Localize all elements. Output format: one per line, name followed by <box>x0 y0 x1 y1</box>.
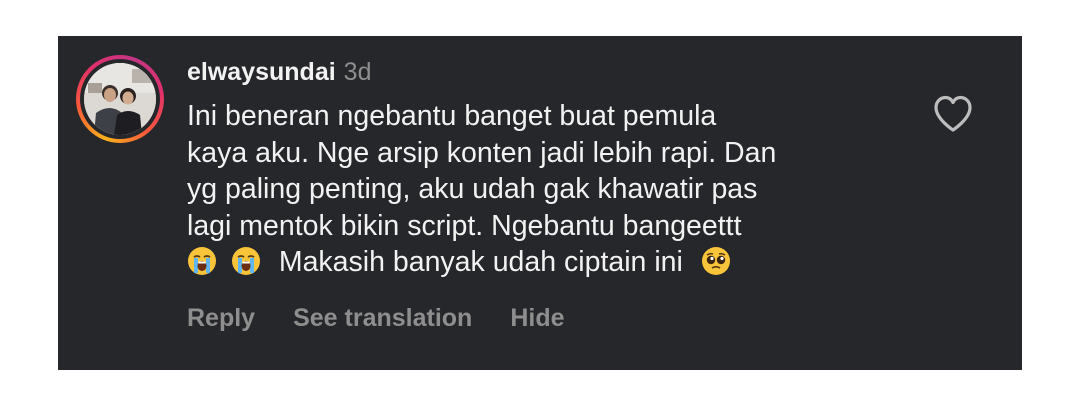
heart-outline-icon <box>934 95 972 132</box>
pleading-face-icon <box>701 246 731 276</box>
comment-line: yg paling penting, aku udah gak khawatir… <box>187 173 758 206</box>
comment-line: kaya aku. Nge arsip konten jadi lebih ra… <box>187 136 777 169</box>
username-link[interactable]: elwaysundai <box>187 58 336 86</box>
comment-actions: Reply See translation Hide <box>187 302 603 334</box>
avatar-frame <box>80 59 160 139</box>
like-button[interactable] <box>932 94 974 134</box>
reply-button[interactable]: Reply <box>187 304 255 332</box>
comment-line: Ini beneran ngebantu banget buat pemula <box>187 100 717 132</box>
comment-line: lagi mentok bikin script. Ngebantu bange… <box>187 209 742 242</box>
avatar[interactable] <box>84 63 156 135</box>
profile-photo-icon <box>84 63 156 135</box>
story-ring[interactable] <box>76 55 164 143</box>
comment-line-last: Makasih banyak udah ciptain ini <box>187 244 907 281</box>
comment-header: elwaysundai 3d <box>187 57 371 87</box>
hide-button[interactable]: Hide <box>510 304 564 332</box>
loudly-crying-face-icon <box>231 246 261 276</box>
comment-line-text: Makasih banyak udah ciptain ini <box>278 246 683 279</box>
loudly-crying-face-icon <box>187 246 217 276</box>
see-translation-button[interactable]: See translation <box>293 304 472 332</box>
comment-text: Ini beneran ngebantu banget buat pemula … <box>187 98 907 281</box>
timestamp: 3d <box>343 58 372 86</box>
